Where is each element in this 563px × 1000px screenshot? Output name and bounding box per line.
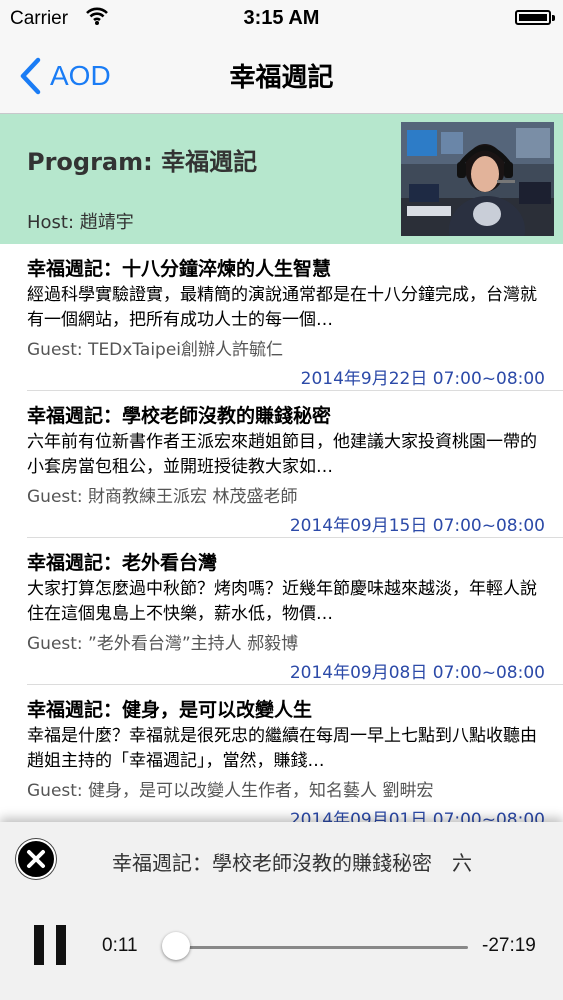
episode-row[interactable]: 幸福週記：學校老師沒教的賺錢秘密 六年前有位新書作者王派宏來趙姐節目，他建議大家…: [27, 391, 563, 538]
pause-button[interactable]: [34, 925, 68, 965]
episode-row[interactable]: 幸福週記：健身，是可以改變人生 幸福是什麼？幸福就是很死忠的繼續在每周一早上七點…: [27, 685, 563, 832]
episode-guest: Guest: ”老外看台灣”主持人 郝毅博: [27, 634, 299, 654]
navigation-bar: AOD 幸福週記: [0, 40, 563, 114]
elapsed-time: 0:11: [102, 935, 138, 956]
progress-slider-thumb[interactable]: [162, 932, 191, 960]
episode-row[interactable]: 幸福週記：十八分鐘淬煉的人生智慧 經過科學實驗證實，最精簡的演說通常都是在十八分…: [27, 244, 563, 391]
episode-date: 2014年9月22日 07:00~08:00: [300, 369, 545, 389]
episode-guest: Guest: 健身，是可以改變人生作者，知名藝人 劉畊宏: [27, 781, 434, 801]
episode-guest: Guest: TEDxTaipei創辦人許毓仁: [27, 340, 284, 360]
close-player-button[interactable]: [16, 839, 56, 879]
status-bar: Carrier 3:15 AM: [0, 0, 563, 40]
episode-guest: Guest: 財商教練王派宏 林茂盛老師: [27, 487, 298, 507]
episode-description: 幸福是什麼？幸福就是很死忠的繼續在每周一早上七點到八點收聽由趙姐主持的「幸福週記…: [27, 726, 537, 771]
audio-player: 幸福週記：學校老師沒教的賺錢秘密 六 0:11 -27:19: [0, 822, 563, 1000]
progress-track[interactable]: [174, 946, 468, 949]
episode-date: 2014年09月08日 07:00~08:00: [289, 663, 545, 683]
episode-title: 幸福週記：老外看台灣: [27, 552, 218, 574]
episode-title: 幸福週記：健身，是可以改變人生: [27, 699, 313, 721]
episode-date: 2014年09月15日 07:00~08:00: [289, 516, 545, 536]
episode-row[interactable]: 幸福週記：老外看台灣 大家打算怎麼過中秋節？烤肉嗎？近幾年節慶味越來越淡，年輕人…: [27, 538, 563, 685]
episode-title: 幸福週記：學校老師沒教的賺錢秘密: [27, 405, 332, 427]
episode-title: 幸福週記：十八分鐘淬煉的人生智慧: [27, 258, 332, 280]
episode-description: 六年前有位新書作者王派宏來趙姐節目，他建議大家投資桃園一帶的小套房當包租公，並開…: [27, 432, 537, 477]
host-photo: [401, 122, 554, 236]
program-title: Program: 幸福週記: [27, 148, 258, 176]
close-icon: [27, 850, 45, 868]
remaining-time: -27:19: [482, 935, 536, 956]
clock: 3:15 AM: [243, 7, 320, 29]
page-title: 幸福週記: [229, 63, 334, 93]
episode-list: 幸福週記：十八分鐘淬煉的人生智慧 經過科學實驗證實，最精簡的演說通常都是在十八分…: [0, 244, 563, 832]
program-host: Host: 趙靖宇: [27, 212, 134, 233]
episode-description: 經過科學實驗證實，最精簡的演說通常都是在十八分鐘完成，台灣就有一個網站，把所有成…: [27, 285, 537, 330]
now-playing-title: 幸福週記：學校老師沒教的賺錢秘密 六: [112, 851, 472, 875]
program-header: Program: 幸福週記 Host: 趙靖宇: [0, 114, 563, 244]
episode-description: 大家打算怎麼過中秋節？烤肉嗎？近幾年節慶味越來越淡，年輕人說住在這個鬼島上不快樂…: [27, 579, 537, 624]
battery-icon: [515, 10, 555, 25]
